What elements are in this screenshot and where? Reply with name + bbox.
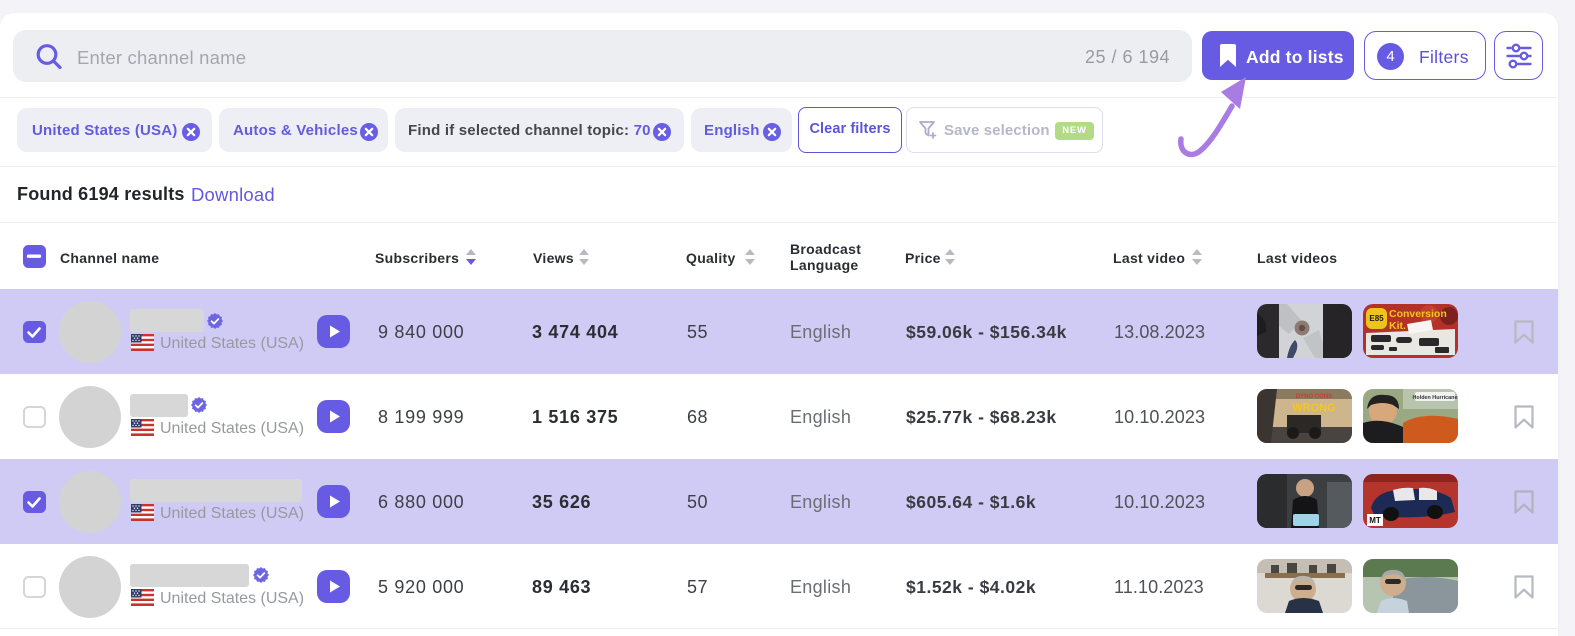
svg-text:E85: E85 — [1369, 314, 1384, 323]
svg-text:Kit.: Kit. — [1389, 320, 1406, 332]
svg-text:DYNO CONS: DYNO CONS — [1296, 394, 1332, 400]
svg-text:MT: MT — [1369, 516, 1381, 525]
svg-text:Holden Hurricane: Holden Hurricane — [1413, 395, 1458, 401]
svg-text:Conversion: Conversion — [1389, 308, 1447, 320]
svg-text:WRONG: WRONG — [1292, 402, 1335, 414]
